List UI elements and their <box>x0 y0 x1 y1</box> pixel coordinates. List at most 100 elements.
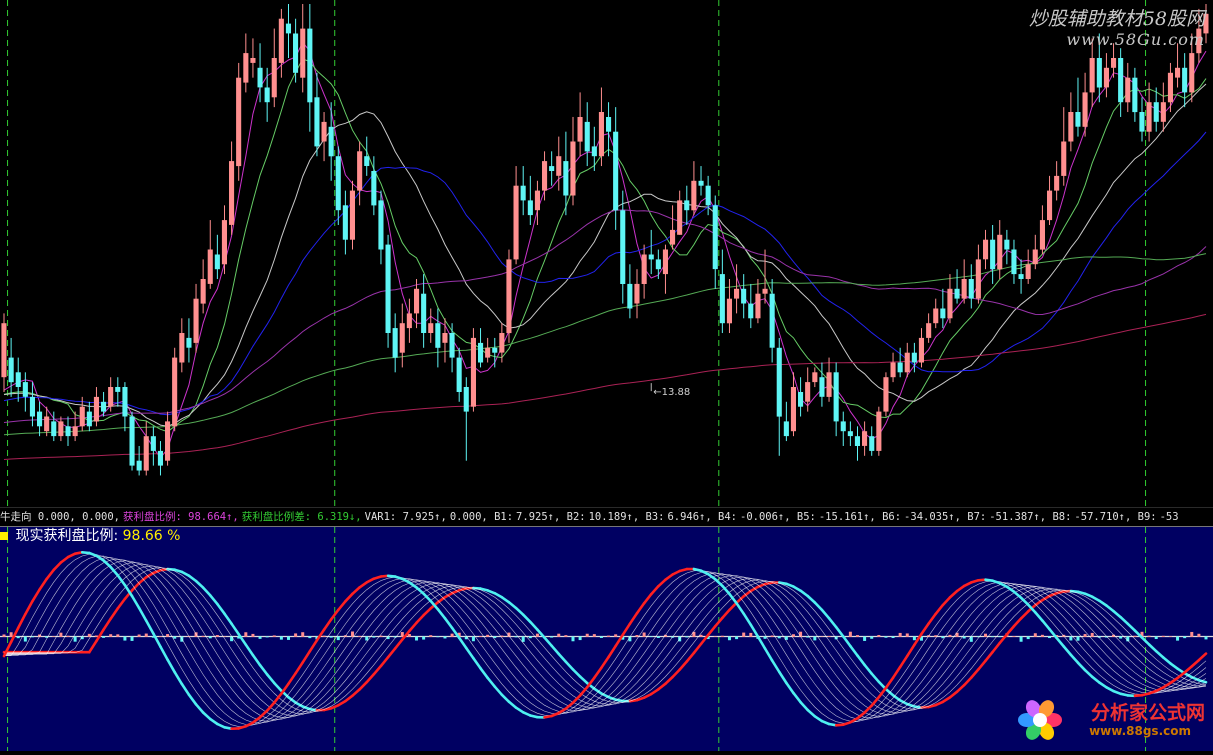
candle-down <box>1182 68 1187 93</box>
candle-up <box>400 323 405 353</box>
histogram-bar <box>650 636 653 637</box>
candle-down <box>30 397 35 417</box>
candle-up <box>144 436 149 470</box>
histogram-bar <box>721 636 724 637</box>
candle-down <box>955 289 960 299</box>
candle-up <box>208 250 213 284</box>
histogram-bar <box>856 635 859 637</box>
histogram-bar <box>251 634 254 637</box>
histogram-bar <box>571 636 574 641</box>
candle-down <box>336 156 341 210</box>
histogram-bar <box>849 632 852 637</box>
histogram-bar <box>764 636 767 638</box>
histogram-bar <box>131 636 134 640</box>
histogram-bar <box>536 634 539 637</box>
histogram-bar <box>415 636 418 640</box>
candle-up <box>407 313 412 328</box>
histogram-bar <box>244 632 247 637</box>
candle-up <box>222 220 227 264</box>
histogram-bar <box>906 633 909 637</box>
candle-up <box>1104 68 1109 88</box>
histogram-bar <box>209 636 212 638</box>
candle-down <box>1019 274 1024 279</box>
candle-down <box>528 200 533 215</box>
status-item: -53 <box>1160 511 1179 523</box>
candle-down <box>478 343 483 363</box>
stock-chart[interactable]: ←13.88 牛走向 0.000, 0.000,获利盘比例: 98.664↑,获… <box>0 0 1213 751</box>
candle-down <box>834 372 839 421</box>
histogram-bar <box>429 635 432 637</box>
candle-down <box>720 274 725 323</box>
candle-up <box>172 358 177 427</box>
status-item: -51.387↑, B8: <box>989 511 1071 523</box>
candle-down <box>364 156 369 166</box>
histogram-bar <box>67 636 70 637</box>
histogram-bar <box>735 636 738 639</box>
histogram-bar <box>287 636 290 639</box>
histogram-bar <box>17 636 20 638</box>
logo-center <box>1033 713 1047 727</box>
status-item: VAR1: 7.925↑, <box>365 511 447 523</box>
candle-down <box>940 309 945 319</box>
histogram-bar <box>984 634 987 637</box>
candle-up <box>827 372 832 397</box>
candle-up <box>727 299 732 324</box>
status-item: -0.006↑, B5: <box>740 511 816 523</box>
histogram-bar <box>941 636 944 638</box>
candle-up <box>862 431 867 446</box>
histogram-bar <box>643 632 646 636</box>
candle-down <box>627 284 632 309</box>
candle-down <box>343 205 348 239</box>
status-item: 7.925↑, B2: <box>516 511 586 523</box>
histogram-bar <box>1069 636 1072 640</box>
histogram-bar <box>166 634 169 637</box>
candle-up <box>165 421 170 460</box>
candle-up <box>691 181 696 211</box>
candle-up <box>976 259 981 298</box>
candle-up <box>300 29 305 78</box>
candle-up <box>201 279 206 304</box>
histogram-bar <box>600 636 603 638</box>
candle-up <box>1083 92 1088 126</box>
candle-up <box>499 333 504 353</box>
candle-up <box>1168 73 1173 103</box>
status-item: -57.710↑, B9: <box>1074 511 1156 523</box>
candle-down <box>770 294 775 348</box>
histogram-bar <box>216 635 219 637</box>
candle-up <box>905 353 910 373</box>
candle-down <box>620 210 625 284</box>
histogram-bar <box>301 632 304 637</box>
candle-up <box>962 279 967 299</box>
histogram-bar <box>273 635 276 637</box>
histogram-bar <box>10 632 13 637</box>
histogram-bar <box>1084 634 1087 637</box>
histogram-bar <box>401 632 404 637</box>
candle-up <box>542 161 547 191</box>
candle-up <box>670 230 675 245</box>
candle-down <box>23 382 28 397</box>
candle-up <box>763 289 768 294</box>
histogram-bar <box>1205 636 1208 639</box>
histogram-bar <box>52 636 55 637</box>
histogram-bar <box>1190 632 1193 637</box>
candle-down <box>990 240 995 270</box>
histogram-bar <box>1041 635 1044 637</box>
candle-up <box>1026 264 1031 279</box>
candle-down <box>741 289 746 304</box>
histogram-bar <box>884 636 887 637</box>
histogram-bar <box>657 636 660 638</box>
histogram-bar <box>1197 634 1200 637</box>
candle-up <box>1 323 6 377</box>
candle-up <box>599 112 604 156</box>
histogram-bar <box>870 636 873 638</box>
histogram-bar <box>230 636 233 641</box>
status-item: 10.189↑, B3: <box>589 511 665 523</box>
candle-down <box>699 181 704 186</box>
histogram-bar <box>138 635 141 637</box>
histogram-bar <box>991 636 994 637</box>
histogram-bar <box>145 634 148 637</box>
candle-up <box>506 259 511 333</box>
candle-down <box>912 353 917 363</box>
histogram-bar <box>1027 636 1030 639</box>
candle-up <box>236 78 241 166</box>
